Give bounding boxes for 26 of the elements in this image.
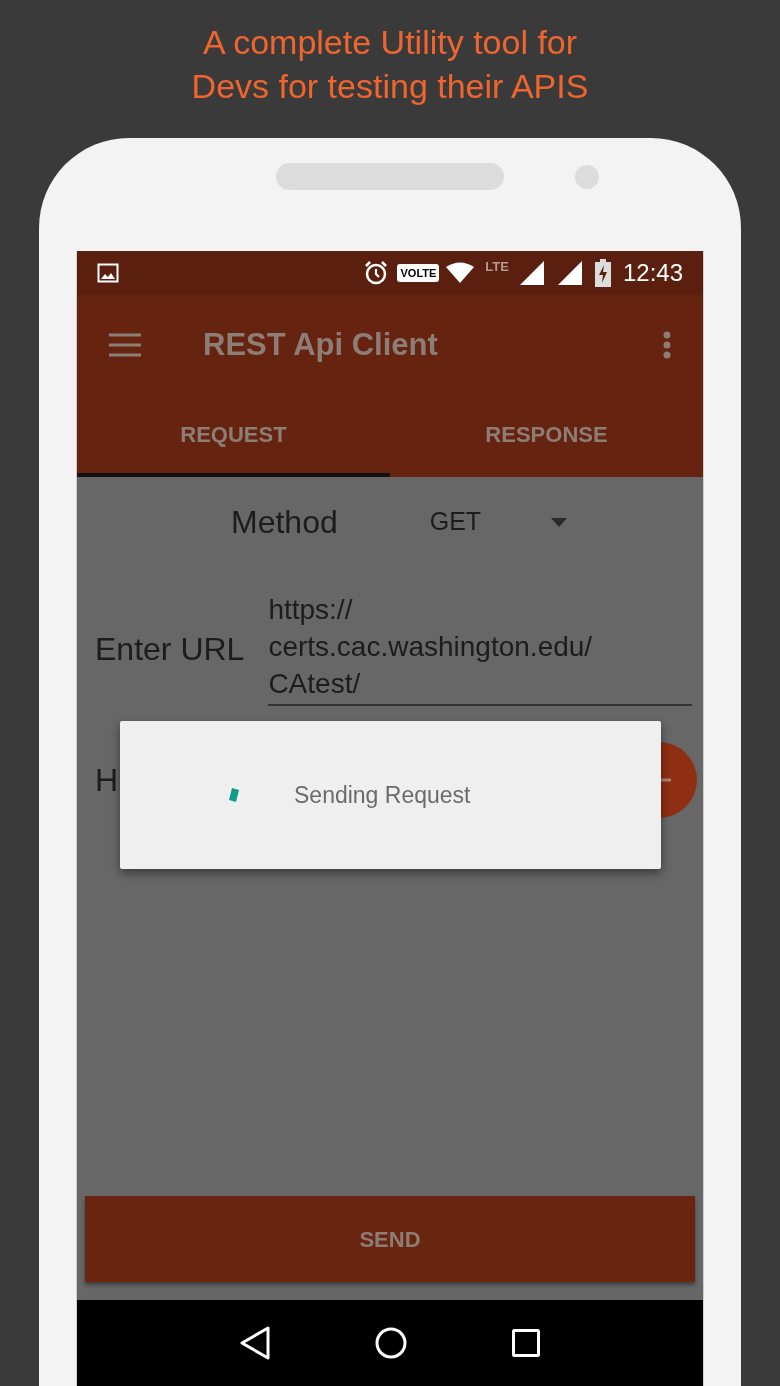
tab[interactable]: RESPONSE	[390, 395, 703, 477]
tab[interactable]: REQUEST	[77, 395, 390, 477]
method-dropdown[interactable]: GET	[429, 503, 568, 541]
recents-icon[interactable]	[512, 1329, 541, 1357]
signal-icon	[556, 260, 583, 286]
more-options-icon[interactable]	[663, 331, 671, 359]
signal-icon	[518, 260, 545, 286]
clock-time: 12:43	[622, 258, 683, 288]
network-type: LTE	[485, 258, 509, 276]
home-icon[interactable]	[375, 1327, 407, 1359]
menu-icon[interactable]	[109, 333, 141, 357]
caret-icon	[551, 517, 568, 527]
image-icon	[97, 263, 119, 283]
headline: A complete Utility tool for Devs for testing their APIS	[191, 22, 589, 107]
url-label: Enter URL	[95, 629, 245, 669]
send-button[interactable]: SEND	[85, 1196, 695, 1282]
app-title: REST Api Client	[203, 325, 438, 364]
method-label: Method	[231, 503, 338, 542]
dialog-message: Sending Request	[294, 780, 471, 810]
battery-icon	[594, 259, 611, 287]
url-field[interactable]: https:// certs.cac.washington.edu/ CAtest/	[268, 591, 693, 706]
volte-badge: VOLTE	[397, 264, 440, 282]
headers-label: H	[95, 761, 119, 800]
wifi-icon	[445, 262, 476, 284]
loading-spinner	[228, 787, 240, 803]
back-icon[interactable]	[239, 1326, 270, 1360]
